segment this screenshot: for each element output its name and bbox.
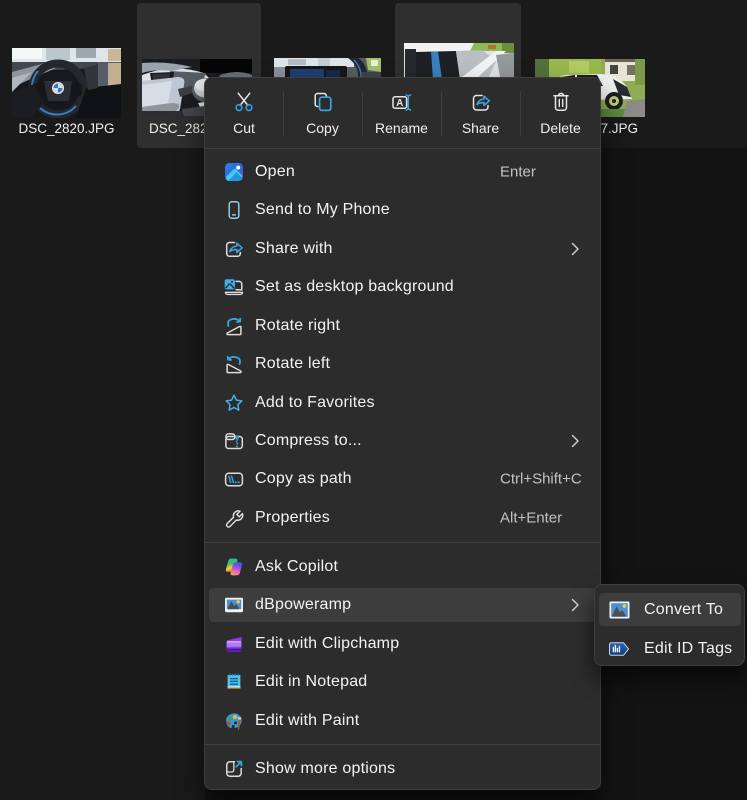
svg-text:A: A	[396, 98, 403, 109]
